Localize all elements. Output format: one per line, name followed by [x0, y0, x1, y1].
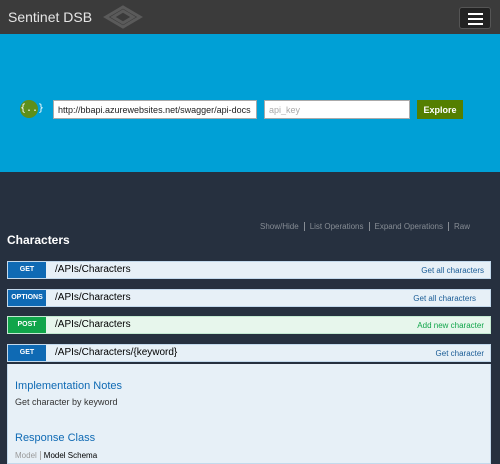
api-url-input[interactable] — [53, 100, 257, 119]
resource-title[interactable]: Characters — [7, 233, 70, 247]
raw-link[interactable]: Raw — [449, 222, 475, 231]
implementation-notes-text: Get character by keyword — [15, 397, 118, 407]
operation-path[interactable]: /APIs/Characters — [55, 319, 131, 330]
operation-path[interactable]: /APIs/Characters/{keyword} — [55, 347, 177, 358]
http-method-badge[interactable]: GET — [8, 345, 46, 361]
operation-details: Implementation Notes Get character by ke… — [7, 364, 491, 464]
list-operations-link[interactable]: List Operations — [304, 222, 370, 231]
api-brace-icon: {..} — [20, 100, 44, 118]
menu-icon — [468, 13, 483, 15]
http-method-badge[interactable]: POST — [8, 317, 46, 333]
operation-row[interactable]: GET /APIs/Characters Get all characters — [7, 261, 491, 279]
operation-path[interactable]: /APIs/Characters — [55, 292, 131, 303]
operation-path[interactable]: /APIs/Characters — [55, 264, 131, 275]
http-method-badge[interactable]: GET — [8, 262, 46, 278]
model-schema-tab[interactable]: Model Schema — [41, 451, 97, 460]
http-method-badge[interactable]: OPTIONS — [8, 290, 46, 306]
explore-button[interactable]: Explore — [417, 100, 463, 119]
api-key-input[interactable] — [264, 100, 410, 119]
model-tabs: Model Model Schema — [15, 451, 97, 460]
hamburger-menu-button[interactable] — [459, 7, 491, 29]
model-tab[interactable]: Model — [15, 451, 41, 460]
api-explorer-header: {..} Explore — [0, 34, 500, 172]
implementation-notes-heading: Implementation Notes — [15, 380, 122, 392]
operation-row[interactable]: POST /APIs/Characters Add new character — [7, 316, 491, 334]
app-title[interactable]: Sentinet DSB — [8, 9, 92, 25]
logo-icon — [103, 5, 143, 29]
operation-summary[interactable]: Get character — [436, 349, 484, 358]
operation-row-expanded[interactable]: GET /APIs/Characters/{keyword} Get chara… — [7, 344, 491, 362]
operation-summary[interactable]: Get all characters — [421, 266, 484, 275]
expand-operations-link[interactable]: Expand Operations — [369, 222, 449, 231]
response-class-heading: Response Class — [15, 432, 96, 444]
top-nav-bar: Sentinet DSB — [0, 0, 500, 34]
operation-summary[interactable]: Get all characters — [413, 294, 476, 303]
show-hide-link[interactable]: Show/Hide — [255, 222, 305, 231]
operation-links: Show/Hide List Operations Expand Operation… — [255, 222, 475, 231]
operation-summary[interactable]: Add new character — [417, 321, 484, 330]
operation-row[interactable]: OPTIONS /APIs/Characters Get all charact… — [7, 289, 491, 307]
